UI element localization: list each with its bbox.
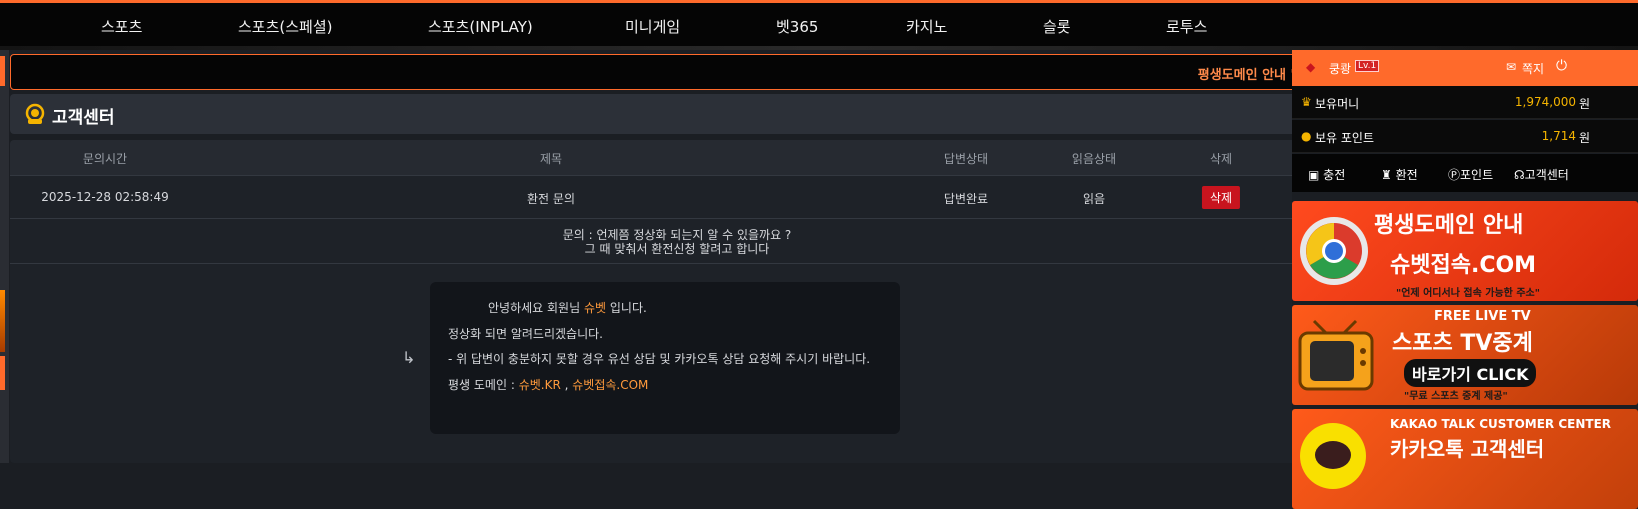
point-value: 1,714 bbox=[1541, 129, 1576, 143]
inquiry-board: 문의시간 제목 답변상태 읽음상태 삭제 2025-12-28 02:58:49… bbox=[10, 140, 1344, 463]
crown-icon: ♛ bbox=[1301, 95, 1312, 109]
table-header: 문의시간 제목 답변상태 읽음상태 삭제 bbox=[10, 140, 1344, 176]
point-row: ● 보유 포인트 1,714 원 bbox=[1292, 120, 1638, 153]
quick-deposit[interactable]: ▣ 충전 bbox=[1308, 166, 1345, 183]
row-time: 2025-12-28 02:58:49 bbox=[41, 190, 169, 204]
banner3-line2: 카카오톡 고객센터 bbox=[1390, 437, 1545, 461]
page-title: 고객센터 bbox=[52, 108, 115, 128]
money-label: 보유머니 bbox=[1315, 97, 1360, 111]
col-subject: 제목 bbox=[539, 152, 563, 166]
nav-sports-inplay[interactable]: 스포츠(INPLAY) bbox=[428, 16, 533, 37]
row-subject[interactable]: 환전 문의 bbox=[527, 190, 575, 207]
kakao-icon bbox=[1300, 423, 1366, 489]
quick-support[interactable]: ☊고객센터 bbox=[1514, 166, 1569, 183]
nav-sports-special[interactable]: 스포츠(스페셜) bbox=[238, 16, 333, 37]
col-time: 문의시간 bbox=[82, 152, 128, 166]
nav-slot[interactable]: 슬롯 bbox=[1043, 16, 1071, 37]
money-unit: 원 bbox=[1579, 97, 1591, 111]
user-bar: ◆ 쿵쾅 Lv.1 ✉ 쪽지 ⏻ bbox=[1292, 50, 1638, 86]
banner2-line3: 바로가기 CLICK bbox=[1404, 359, 1537, 387]
quick-withdraw[interactable]: ♜ 환전 bbox=[1381, 166, 1418, 183]
live-tv-banner[interactable]: FREE LIVE TV 스포츠 TV중계 바로가기 CLICK "무료 스포츠… bbox=[1292, 305, 1638, 405]
money-row: ♛ 보유머니 1,974,000 원 bbox=[1292, 86, 1638, 119]
row-answer-status: 답변완료 bbox=[943, 192, 989, 206]
deposit-icon: ▣ bbox=[1308, 168, 1320, 182]
banner2-line1: FREE LIVE TV bbox=[1434, 309, 1531, 324]
power-icon[interactable]: ⏻ bbox=[1556, 58, 1567, 74]
question-line-1: 문의 : 언제쯤 정상화 되는지 알 수 있을까요 ? bbox=[562, 228, 792, 242]
notice-ticker[interactable]: 평생도메인 안내 "슈벳.I bbox=[10, 54, 1344, 90]
user-gem-icon: ◆ bbox=[1306, 60, 1316, 74]
message-link[interactable]: 쪽지 bbox=[1522, 60, 1544, 77]
col-read-status: 읽음상태 bbox=[1071, 152, 1117, 166]
nav-sports[interactable]: 스포츠 bbox=[101, 16, 142, 37]
banner2-line4: "무료 스포츠 중계 제공" bbox=[1404, 391, 1508, 402]
customer-center-header: 고객센터 bbox=[10, 94, 1344, 134]
point-label: 보유 포인트 bbox=[1315, 131, 1375, 145]
reply-greeting: 안녕하세요 회원님 슈벳 입니다. bbox=[448, 296, 882, 322]
left-strip-marker bbox=[0, 56, 5, 86]
point-coin-icon: ● bbox=[1301, 129, 1312, 143]
chrome-icon bbox=[1300, 217, 1368, 285]
banner3-line1: KAKAO TALK CUSTOMER CENTER bbox=[1390, 417, 1612, 431]
mail-icon[interactable]: ✉ bbox=[1506, 60, 1516, 74]
user-name: 쿵쾅 bbox=[1329, 62, 1352, 76]
right-panel: ◆ 쿵쾅 Lv.1 ✉ 쪽지 ⏻ ♛ 보유머니 1,974,000 원 ● 보유… bbox=[1292, 50, 1638, 509]
banner1-line3: "언제 어디서나 접속 가능한 주소" bbox=[1396, 288, 1540, 299]
nav-bet365[interactable]: 벳365 bbox=[776, 16, 818, 37]
banner1-line2: 슈벳접속.COM bbox=[1390, 253, 1537, 278]
quick-withdraw-label: 환전 bbox=[1395, 168, 1418, 182]
domain-label: 평생 도메인 : bbox=[448, 377, 519, 392]
quick-menu: ▣ 충전 ♜ 환전 Ⓟ포인트 ☊고객센터 bbox=[1292, 154, 1638, 192]
quick-support-label: 고객센터 bbox=[1524, 168, 1569, 182]
money-bag-icon: ♜ bbox=[1381, 168, 1392, 182]
reply-arrow-icon: ↳ bbox=[402, 348, 416, 367]
nav-minigame[interactable]: 미니게임 bbox=[625, 16, 680, 37]
reply-line-3: - 위 답변이 충분하지 못할 경우 유선 상담 및 카카오톡 상담 요청해 주… bbox=[448, 352, 871, 366]
domain-banner[interactable]: 평생도메인 안내 슈벳접속.COM "언제 어디서나 접속 가능한 주소" bbox=[1292, 201, 1638, 301]
level-badge: Lv.1 bbox=[1355, 60, 1380, 72]
headset-small-icon: ☊ bbox=[1514, 168, 1525, 182]
reply-line-2: 정상화 되면 알려드리겠습니다. bbox=[448, 326, 603, 341]
col-delete: 삭제 bbox=[1209, 152, 1233, 166]
row-read-status: 읽음 bbox=[1082, 192, 1106, 206]
question-body: 문의 : 언제쯤 정상화 되는지 알 수 있을까요 ? 그 때 맞춰서 환전신청… bbox=[10, 220, 1344, 264]
point-icon: Ⓟ bbox=[1448, 168, 1461, 182]
reply-brand: 슈벳 bbox=[583, 301, 607, 315]
domain-link-1[interactable]: 슈벳.KR bbox=[519, 378, 561, 392]
reply-domain: 평생 도메인 : 슈벳.KR , 슈벳접속.COM bbox=[448, 373, 882, 399]
nav-casino[interactable]: 카지노 bbox=[906, 16, 947, 37]
point-unit: 원 bbox=[1579, 131, 1591, 145]
left-sidebar-strip[interactable] bbox=[0, 50, 9, 463]
reply-greeting-pre: 안녕하세요 회원님 bbox=[488, 301, 584, 315]
quick-point[interactable]: Ⓟ포인트 bbox=[1448, 166, 1493, 183]
domain-link-2[interactable]: 슈벳접속.COM bbox=[572, 378, 648, 392]
quick-point-label: 포인트 bbox=[1460, 168, 1494, 182]
reply-box: 안녕하세요 회원님 슈벳 입니다. 정상화 되면 알려드리겠습니다. - 위 답… bbox=[430, 282, 900, 434]
nav-lotus[interactable]: 로투스 bbox=[1166, 16, 1207, 37]
left-strip-marker bbox=[0, 356, 5, 390]
question-line-2: 그 때 맞춰서 환전신청 할려고 합니다 bbox=[584, 242, 770, 256]
banner2-line2: 스포츠 TV중계 bbox=[1392, 331, 1533, 356]
money-value: 1,974,000 bbox=[1514, 95, 1576, 109]
reply-greeting-post: 입니다. bbox=[606, 301, 647, 315]
banner1-line1: 평생도메인 안내 bbox=[1374, 213, 1524, 238]
quick-deposit-label: 충전 bbox=[1323, 168, 1346, 182]
kakao-banner[interactable]: KAKAO TALK CUSTOMER CENTER 카카오톡 고객센터 bbox=[1292, 409, 1638, 509]
tv-icon bbox=[1298, 319, 1374, 391]
table-row[interactable]: 2025-12-28 02:58:49 환전 문의 답변완료 읽음 삭제 bbox=[10, 177, 1344, 219]
left-strip-marker bbox=[0, 290, 5, 352]
col-answer-status: 답변상태 bbox=[943, 152, 989, 166]
delete-button[interactable]: 삭제 bbox=[1201, 186, 1241, 209]
top-navigation: 스포츠 스포츠(스페셜) 스포츠(INPLAY) 미니게임 벳365 카지노 슬… bbox=[0, 0, 1638, 48]
domain-separator: , bbox=[560, 377, 573, 392]
headset-icon bbox=[25, 103, 45, 124]
